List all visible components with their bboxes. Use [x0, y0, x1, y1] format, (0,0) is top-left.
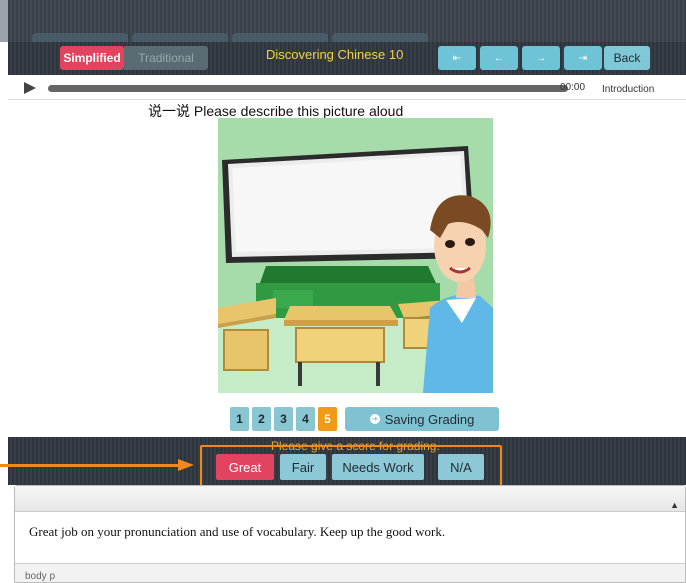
simplified-button[interactable]: Simplified	[60, 46, 124, 70]
annotation-arrow	[0, 464, 180, 467]
annotation-arrow-head	[178, 459, 194, 471]
next-button[interactable]: →	[522, 46, 560, 70]
arrow-left-icon: ←	[494, 52, 504, 64]
arrow-right-icon: →	[536, 52, 546, 64]
page-1-button[interactable]: 1	[230, 407, 249, 431]
editor-status-path: body p	[25, 571, 56, 582]
lesson-title: Discovering Chinese 10	[266, 47, 404, 62]
feedback-text-area[interactable]: Great job on your pronunciation and use …	[15, 512, 685, 564]
page-5-button[interactable]: 5	[318, 407, 337, 431]
skip-start-icon: ⇤	[452, 52, 462, 64]
lesson-toolbar: Simplified Traditional Discovering Chine…	[8, 42, 686, 75]
audio-progress-bar[interactable]	[48, 85, 568, 92]
arrow-circle-icon: ➜	[369, 414, 380, 424]
page-4-button[interactable]: 4	[296, 407, 315, 431]
editor-toolbar: ▲	[15, 486, 685, 512]
previous-button[interactable]: ←	[480, 46, 518, 70]
classroom-illustration	[218, 118, 493, 393]
page-3-button[interactable]: 3	[274, 407, 293, 431]
feedback-editor: ▲ Great job on your pronunciation and us…	[14, 485, 686, 583]
background-tabs	[32, 33, 432, 42]
saving-grading-button[interactable]: ➜ Saving Grading	[345, 407, 499, 431]
window-chrome	[0, 0, 686, 42]
audio-player: 00:00 Introduction	[8, 75, 686, 100]
page-2-button[interactable]: 2	[252, 407, 271, 431]
back-button[interactable]: Back	[604, 46, 650, 70]
skip-end-icon: ⇥	[578, 52, 588, 64]
saving-grading-label: Saving Grading	[384, 411, 475, 427]
play-icon[interactable]	[24, 82, 36, 94]
audio-time: 00:00	[560, 82, 586, 93]
traditional-button[interactable]: Traditional	[124, 46, 208, 70]
last-page-button[interactable]: ⇥	[564, 46, 602, 70]
section-label: Introduction	[602, 84, 655, 95]
scroll-up-icon[interactable]: ▲	[670, 500, 679, 510]
first-page-button[interactable]: ⇤	[438, 46, 476, 70]
page-selector: 1 2 3 4 5 ➜ Saving Grading	[230, 407, 499, 431]
